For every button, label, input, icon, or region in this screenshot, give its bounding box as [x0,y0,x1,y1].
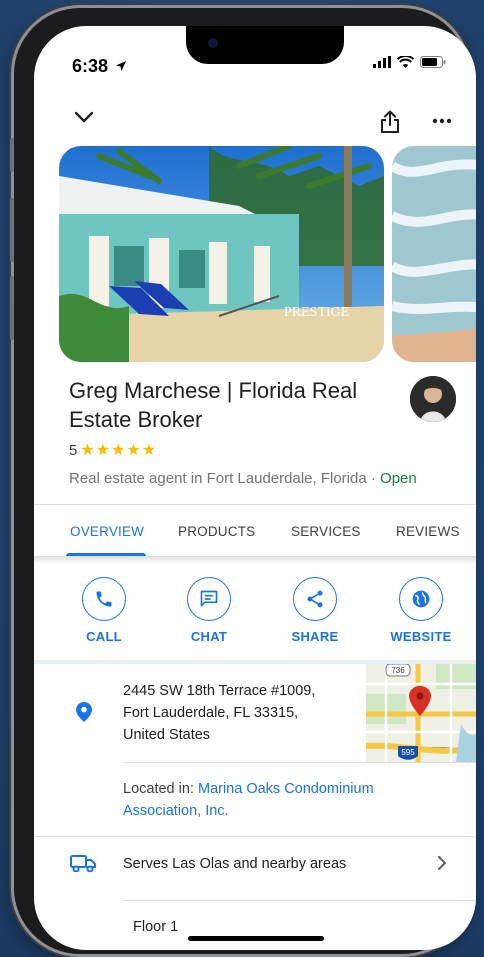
map-image: 736 595 [366,664,476,762]
floor-info: Floor 1 [133,919,179,935]
share-upload-icon[interactable] [379,110,401,134]
divider [123,900,476,901]
map-route-shield-bottom: 595 [401,748,415,757]
share-label: SHARE [291,629,339,644]
tab-services[interactable]: SERVICES [291,524,361,539]
phone-frame: 6:38 PRESTIGE Greg Marchese | Florida Re… [10,8,476,954]
signal-icon [373,56,391,68]
camera [208,38,218,48]
share-button[interactable]: SHARE [270,577,360,644]
ocean-waves-image [392,146,476,362]
call-label: CALL [86,629,122,644]
status-time-text: 6:38 [72,56,109,76]
delivery-truck-icon [70,855,96,872]
address-line-2: Fort Lauderdale, FL 33315, [123,705,299,721]
tab-reviews[interactable]: REVIEWS [396,524,460,539]
wifi-icon [397,56,414,68]
tab-overview[interactable]: OVERVIEW [70,524,144,539]
volume-down-button [10,276,14,340]
map-thumbnail[interactable]: 736 595 [366,664,476,762]
second-photo[interactable] [392,146,476,362]
home-indicator[interactable] [188,936,324,941]
chat-label: CHAT [190,629,228,644]
chevron-right-icon[interactable] [437,856,447,870]
website-circle [399,577,443,621]
chat-icon [200,590,218,607]
divider [34,836,476,837]
map-route-shield-top: 736 [391,666,405,675]
location-arrow-icon [116,61,127,71]
app-screen: 6:38 PRESTIGE Greg Marchese | Florida Re… [34,26,476,950]
profile-avatar[interactable] [410,376,456,422]
status-time: 6:38 [72,56,127,77]
tab-bar: OVERVIEW PRODUCTS SERVICES REVIEWS [34,504,476,560]
rating-row[interactable]: 5 ★★★★★ [69,440,157,460]
open-status: Open [380,470,417,487]
collapse-chevron-icon[interactable] [74,110,94,124]
share-circle [293,577,337,621]
prestige-watermark: PRESTIGE [284,305,349,320]
more-options-icon[interactable] [432,118,452,124]
notch [186,26,344,64]
status-icons [373,56,446,68]
beach-house-image: PRESTIGE [59,146,384,362]
website-button[interactable]: WEBSITE [376,577,466,644]
location-pin-icon [76,702,92,722]
battery-icon [420,56,446,68]
located-in-prefix: Located in: [123,781,198,797]
service-area[interactable]: Serves Las Olas and nearby areas [123,856,346,872]
category-separator: · [366,470,381,487]
address[interactable]: 2445 SW 18th Terrace #1009, Fort Lauderd… [123,680,353,746]
hero-photo[interactable]: PRESTIGE [59,146,384,362]
located-in: Located in: Marina Oaks Condominium Asso… [123,778,443,822]
call-circle [82,577,126,621]
category-text: Real estate agent in Fort Lauderdale, Fl… [69,470,367,487]
chat-circle [187,577,231,621]
rating-value: 5 [69,441,78,459]
address-line-3: United States [123,727,211,743]
category-line: Real estate agent in Fort Lauderdale, Fl… [69,470,417,487]
share-icon [307,590,323,608]
phone-icon [96,591,112,607]
globe-icon [412,590,430,608]
volume-up-button [10,198,14,262]
star-rating-icon: ★★★★★ [80,442,158,459]
tab-products[interactable]: PRODUCTS [178,524,255,539]
mute-switch [10,138,14,172]
tab-shadow [34,556,476,564]
address-line-1: 2445 SW 18th Terrace #1009, [123,683,316,699]
chat-button[interactable]: CHAT [164,577,254,644]
profile-photo [410,376,456,422]
divider [123,762,476,763]
place-title: Greg Marchese | Florida Real Estate Brok… [69,378,358,432]
website-label: WEBSITE [390,629,452,644]
call-button[interactable]: CALL [59,577,149,644]
